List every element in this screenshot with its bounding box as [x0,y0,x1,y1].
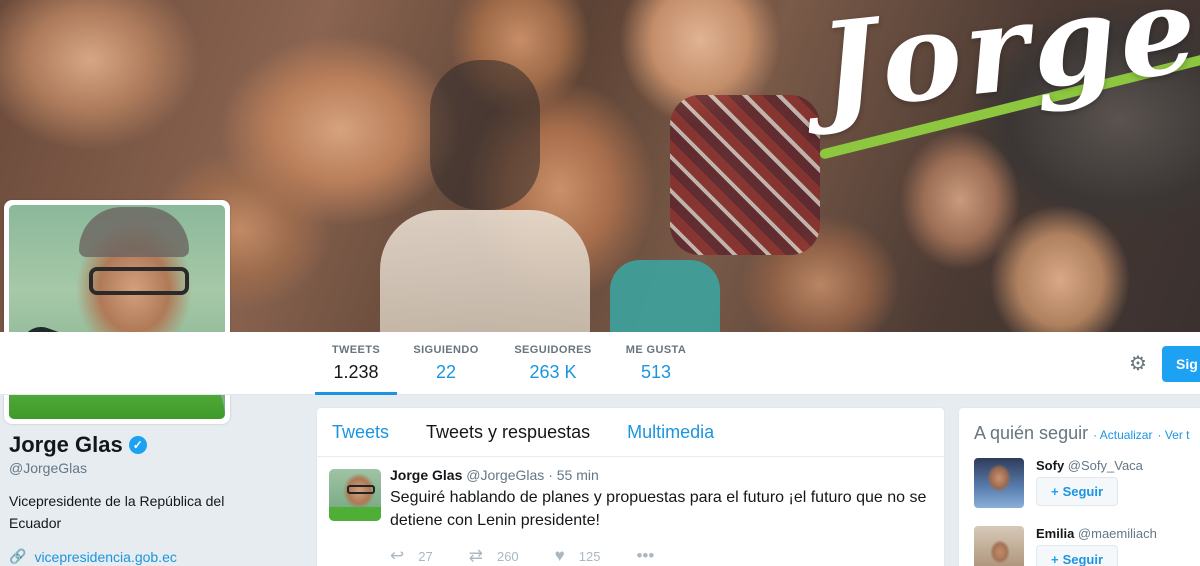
tab-media[interactable]: Multimedia [627,422,714,443]
banner-shape [380,210,590,332]
retweet-action[interactable]: ⇄ 260 [469,546,519,566]
gear-icon[interactable]: ⚙ [1126,352,1150,376]
refresh-link[interactable]: · Actualizar [1093,428,1152,442]
suggestion-name[interactable]: Emilia [1036,526,1074,541]
stat-label: ME GUSTA [625,344,687,356]
follow-label: Seguir [1062,552,1104,566]
more-action[interactable]: ••• [636,546,654,566]
suggestion-item: Sofy @Sofy_Vaca + Seguir [974,458,1200,522]
banner-shape [430,60,540,210]
stat-tweets[interactable]: TWEETS 1.238 [315,344,397,395]
profile-info: Jorge Glas ✓ @JorgeGlas Vicepresidente d… [9,432,299,565]
timeline: Tweets Tweets y respuestas Multimedia Jo… [316,407,945,566]
profile-name-row: Jorge Glas ✓ [9,432,299,458]
retweet-icon: ⇄ [468,546,483,565]
suggestion-avatar[interactable] [974,458,1024,508]
profile-website-link[interactable]: vicepresidencia.gob.ec [34,549,176,565]
tab-tweets[interactable]: Tweets [332,422,389,443]
stat-following[interactable]: SIGUIENDO 22 [408,344,484,395]
tweet-actions: ↩ 27 ⇄ 260 ♥ 125 ••• [390,546,929,566]
suggestion-name-row: Sofy @Sofy_Vaca [1036,458,1200,473]
like-count: 125 [578,548,601,564]
like-action[interactable]: ♥ 125 [555,546,601,566]
suggestion-handle[interactable]: @maemiliach [1078,526,1157,541]
follow-suggestion-button[interactable]: + Seguir [1036,477,1119,506]
verified-badge-icon: ✓ [128,436,147,454]
avatar-shape [329,507,381,521]
tab-tweets-replies[interactable]: Tweets y respuestas [426,422,590,443]
avatar-shape [79,207,189,257]
stat-likes[interactable]: ME GUSTA 513 [620,344,692,395]
suggestion-avatar[interactable] [974,526,1024,566]
banner-shape [610,260,720,332]
profile-link-row: 🔗 vicepresidencia.gob.ec [9,548,299,565]
twitter-profile-page: Jorge TWEETS 1.238 SIGUIENDO 22 SEGUIDOR… [0,0,1200,566]
who-to-follow: A quién seguir · Actualizar · Ver t Sofy… [958,407,1200,566]
tweet-separator: · [548,467,553,483]
tweet-text: Seguiré hablando de planes y propuestas … [390,489,927,529]
retweet-count: 260 [496,548,519,564]
stat-value: 513 [640,362,672,382]
add-user-icon: + [1051,484,1059,499]
stat-value: 1.238 [333,362,379,382]
banner-shape [670,95,820,255]
reply-icon: ↩ [390,546,405,565]
avatar-shape [89,267,189,295]
suggestion-name-row: Emilia @maemiliach [1036,526,1200,541]
stat-label: SIGUIENDO [413,344,479,356]
banner-script-text: Jorge [813,0,1200,139]
view-all-link[interactable]: · Ver t [1157,428,1189,442]
tweet-timestamp[interactable]: 55 min [557,467,599,483]
suggestion-handle[interactable]: @Sofy_Vaca [1068,458,1143,473]
profile-bio: Vicepresidente de la República del Ecuad… [9,493,225,531]
suggestion-item: Emilia @maemiliach + Seguir [974,526,1200,566]
tweet-author-handle[interactable]: @JorgeGlas [466,467,544,483]
add-user-icon: + [1051,552,1059,566]
stat-value: 22 [435,362,457,382]
timeline-tabs: Tweets Tweets y respuestas Multimedia [317,408,944,457]
stat-followers[interactable]: SEGUIDORES 263 K [509,344,597,395]
tweet-avatar[interactable] [329,469,381,521]
who-to-follow-title: A quién seguir [974,423,1089,443]
profile-nav-bar: TWEETS 1.238 SIGUIENDO 22 SEGUIDORES 263… [0,332,1200,395]
profile-handle[interactable]: @JorgeGlas [9,460,299,476]
tweet-header: Jorge Glas @JorgeGlas · 55 min [390,467,929,483]
stat-label: SEGUIDORES [514,344,592,356]
tweet[interactable]: Jorge Glas @JorgeGlas · 55 min Seguiré h… [317,457,944,566]
more-icon: ••• [636,546,655,565]
reply-count: 27 [418,548,433,564]
link-icon: 🔗 [9,548,27,564]
stat-value: 263 K [529,362,577,382]
suggestion-name[interactable]: Sofy [1036,458,1064,473]
follow-suggestion-button[interactable]: + Seguir [1036,545,1119,566]
follow-label: Seguir [1062,484,1104,499]
tweet-author-name[interactable]: Jorge Glas [390,467,462,483]
profile-name[interactable]: Jorge Glas [9,432,123,458]
avatar-shape [347,485,375,494]
reply-action[interactable]: ↩ 27 [390,546,433,566]
heart-icon: ♥ [554,546,565,565]
who-to-follow-header: A quién seguir · Actualizar · Ver t [974,423,1200,444]
stat-label: TWEETS [331,344,381,356]
follow-button[interactable]: Sig [1162,346,1200,382]
